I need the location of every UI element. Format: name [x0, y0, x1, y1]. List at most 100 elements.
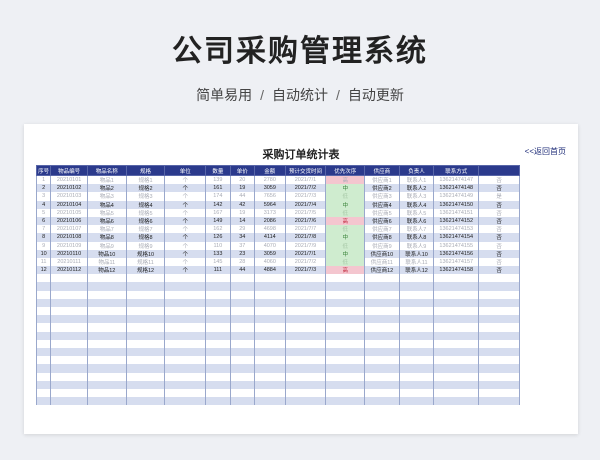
- table-row[interactable]: 1 20210101 物品1 规格1 个 139 20 2780 2021/7/1 高供应商1 联系…: [35, 175, 520, 185]
- column-header: 金额: [254, 165, 286, 176]
- table-row[interactable]: 5 20210105 物品5 规格5 个 167 19 3173 2021/7/5 低供应商5 联系…: [35, 208, 520, 217]
- table-row[interactable]: 3 20210103 物品3 规格3 个 174 44 7656 2021/7/3 低供应商3 联系…: [35, 192, 520, 201]
- empty-cell: [398, 315, 435, 324]
- empty-cell: [229, 356, 256, 365]
- empty-cell: [86, 298, 127, 307]
- empty-cell: [433, 331, 480, 340]
- empty-cell: [284, 397, 327, 406]
- table-row[interactable]: 4 20210104 物品4 规格4 个 142 42 5964 2021/7/4 中供应商4 联系…: [35, 200, 520, 209]
- empty-cell: [364, 323, 400, 332]
- status-cell: 否: [478, 266, 520, 275]
- empty-cell: [433, 388, 480, 398]
- empty-cell: [86, 364, 127, 373]
- column-header: 负责人: [398, 165, 435, 176]
- empty-table-row[interactable]: [35, 397, 520, 406]
- empty-cell: [164, 290, 207, 299]
- item-spec: 规格2: [125, 184, 166, 193]
- subtitle-separator: /: [336, 87, 340, 103]
- table-row[interactable]: 7 20210107 物品7 规格7 个 162 29 4698 2021/7/7 低供应商7 联系…: [35, 225, 520, 234]
- sheet-title: 采购订单统计表: [262, 149, 340, 161]
- empty-cell: [229, 388, 256, 398]
- empty-cell: [284, 298, 327, 307]
- empty-cell: [254, 274, 286, 283]
- table-row[interactable]: 11 20210111 物品11 规格11 个 145 28 4060 2021/7/2 低供应商…: [35, 257, 520, 267]
- empty-cell: [125, 298, 166, 307]
- item-price: 44: [229, 192, 256, 201]
- empty-cell: [398, 307, 435, 316]
- item-quantity: 149: [205, 216, 231, 226]
- priority-badge: 中: [325, 233, 366, 242]
- empty-cell: [229, 372, 256, 381]
- empty-cell: [364, 274, 400, 283]
- owner-cell: 联系人8: [398, 233, 435, 242]
- empty-table-row[interactable]: [35, 364, 520, 373]
- empty-cell: [364, 372, 400, 381]
- supplier-cell: 供应商9: [364, 241, 400, 250]
- empty-cell: [254, 323, 286, 332]
- empty-cell: [364, 339, 400, 348]
- empty-cell: [325, 372, 366, 381]
- item-quantity: 110: [205, 241, 231, 250]
- phone-cell: 13621474155: [433, 241, 480, 250]
- supplier-cell: 供应商5: [364, 208, 400, 217]
- empty-table-row[interactable]: [35, 282, 520, 291]
- empty-table-row[interactable]: [35, 380, 520, 389]
- empty-cell: [284, 372, 327, 381]
- empty-table-row[interactable]: [35, 290, 520, 299]
- empty-table-row[interactable]: [35, 315, 520, 324]
- empty-cell: [478, 307, 520, 316]
- table-row[interactable]: 6 20210106 物品6 规格6 个 149 14 2086 2021/7/6 高供应商6 联系…: [35, 216, 520, 226]
- row-number: 3: [35, 192, 52, 201]
- empty-cell: [398, 388, 435, 398]
- empty-cell: [35, 347, 52, 357]
- empty-table-row[interactable]: [35, 331, 520, 340]
- empty-cell: [478, 364, 520, 373]
- empty-cell: [254, 298, 286, 307]
- empty-cell: [50, 274, 88, 283]
- table-row[interactable]: 12 20210112 物品12 规格12 个 111 44 4884 2021/7/3 高供应商…: [35, 266, 520, 275]
- delivery-date: 2021/7/2: [284, 184, 327, 193]
- empty-cell: [478, 282, 520, 291]
- empty-cell: [478, 347, 520, 357]
- item-quantity: 133: [205, 249, 231, 258]
- table-row[interactable]: 8 20210108 物品8 规格8 个 126 34 4114 2021/7/8 中供应商8 联系…: [35, 233, 520, 242]
- empty-table-row[interactable]: [35, 347, 520, 357]
- empty-cell: [478, 315, 520, 324]
- item-name: 物品7: [86, 225, 127, 234]
- table-row[interactable]: 2 20210102 物品2 规格2 个 161 19 3059 2021/7/2 中供应商2 联系…: [35, 184, 520, 193]
- empty-table-row[interactable]: [35, 307, 520, 316]
- item-price: 19: [229, 184, 256, 193]
- empty-cell: [284, 315, 327, 324]
- empty-table-row[interactable]: [35, 323, 520, 332]
- empty-table-row[interactable]: [35, 356, 520, 365]
- empty-cell: [364, 388, 400, 398]
- empty-cell: [125, 331, 166, 340]
- empty-cell: [125, 323, 166, 332]
- back-to-home-link[interactable]: <<返回首页: [525, 146, 566, 157]
- phone-cell: 13621474158: [433, 266, 480, 275]
- status-cell: 否: [478, 233, 520, 242]
- empty-cell: [164, 372, 207, 381]
- table-row[interactable]: 9 20210109 物品9 规格9 个 110 37 4070 2021/7/9 低供应商9 联系…: [35, 241, 520, 250]
- row-number: 6: [35, 216, 52, 226]
- phone-cell: 13621474153: [433, 225, 480, 234]
- empty-cell: [125, 397, 166, 406]
- empty-table-row[interactable]: [35, 372, 520, 381]
- empty-cell: [35, 298, 52, 307]
- empty-table-row[interactable]: [35, 274, 520, 283]
- empty-cell: [86, 372, 127, 381]
- item-quantity: 161: [205, 184, 231, 193]
- empty-cell: [50, 380, 88, 389]
- delivery-date: 2021/7/9: [284, 241, 327, 250]
- empty-cell: [478, 356, 520, 365]
- status-cell: 否: [478, 184, 520, 193]
- table-row[interactable]: 10 20210110 物品10 规格10 个 133 23 3059 2021/7/1 中供应商…: [35, 249, 520, 258]
- phone-cell: 13621474152: [433, 216, 480, 226]
- item-quantity: 174: [205, 192, 231, 201]
- empty-cell: [284, 339, 327, 348]
- empty-table-row[interactable]: [35, 339, 520, 348]
- empty-table-row[interactable]: [35, 388, 520, 398]
- row-number: 7: [35, 225, 52, 234]
- column-header: 序号: [35, 165, 52, 176]
- empty-table-row[interactable]: [35, 298, 520, 307]
